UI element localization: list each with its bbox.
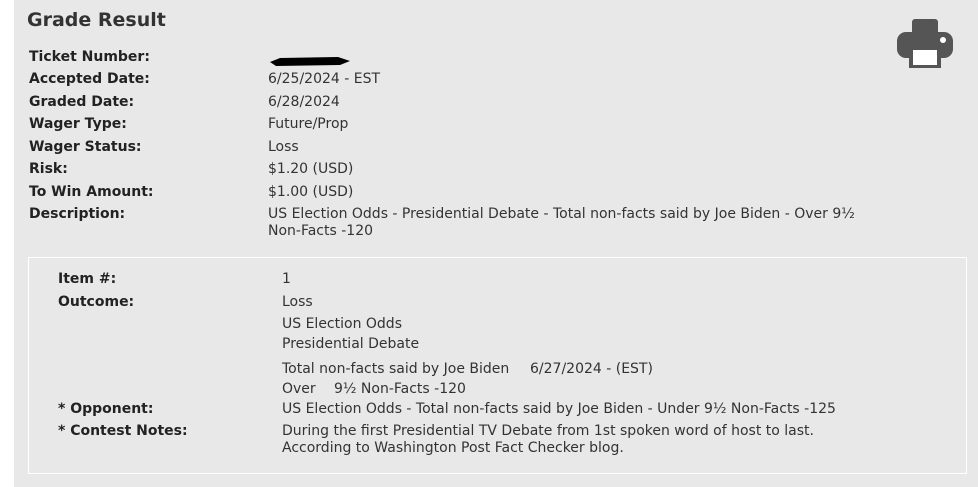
risk-value: $1.20 (USD) bbox=[268, 161, 354, 177]
contest-notes-label: * Contest Notes: bbox=[58, 423, 188, 439]
game-value: Total non-facts said by Joe Biden bbox=[282, 361, 510, 377]
opponent-value: US Election Odds - Total non-facts said … bbox=[282, 401, 836, 417]
printer-icon[interactable] bbox=[897, 19, 953, 69]
outcome-label: Outcome: bbox=[58, 294, 135, 310]
opponent-label: * Opponent: bbox=[58, 401, 154, 417]
ticket-number-redacted bbox=[268, 52, 351, 66]
league-value: US Election Odds bbox=[282, 316, 402, 332]
graded-date-label: Graded Date: bbox=[29, 94, 135, 110]
ticket-number-label: Ticket Number: bbox=[29, 49, 150, 65]
to-win-label: To Win Amount: bbox=[29, 184, 154, 200]
wager-type-value: Future/Prop bbox=[268, 116, 349, 132]
line-value: 9½ Non-Facts -120 bbox=[334, 381, 466, 397]
item-number-value: 1 bbox=[282, 271, 291, 287]
outcome-value: Loss bbox=[282, 294, 313, 310]
game-date-value: 6/27/2024 - (EST) bbox=[530, 361, 653, 377]
description-line-1: US Election Odds - Presidential Debate -… bbox=[268, 206, 855, 222]
to-win-value: $1.00 (USD) bbox=[268, 184, 354, 200]
wager-status-value: Loss bbox=[268, 139, 299, 155]
risk-label: Risk: bbox=[29, 161, 68, 177]
contest-notes-line-1: During the first Presidential TV Debate … bbox=[282, 423, 814, 439]
graded-date-value: 6/28/2024 bbox=[268, 94, 340, 110]
description-label: Description: bbox=[29, 206, 126, 222]
contest-notes-line-2: According to Washington Post Fact Checke… bbox=[282, 440, 624, 456]
page-title: Grade Result bbox=[27, 9, 166, 31]
description-line-2: Non-Facts -120 bbox=[268, 223, 374, 239]
accepted-date-value: 6/25/2024 - EST bbox=[268, 71, 381, 87]
wager-type-label: Wager Type: bbox=[29, 116, 127, 132]
wager-status-label: Wager Status: bbox=[29, 139, 142, 155]
event-value: Presidential Debate bbox=[282, 336, 420, 352]
item-number-label: Item #: bbox=[58, 271, 117, 287]
grade-result-panel: Grade Result Ticket Number: Accepted Dat… bbox=[14, 0, 978, 487]
selection-value: Over bbox=[282, 381, 316, 397]
accepted-date-label: Accepted Date: bbox=[29, 71, 150, 87]
